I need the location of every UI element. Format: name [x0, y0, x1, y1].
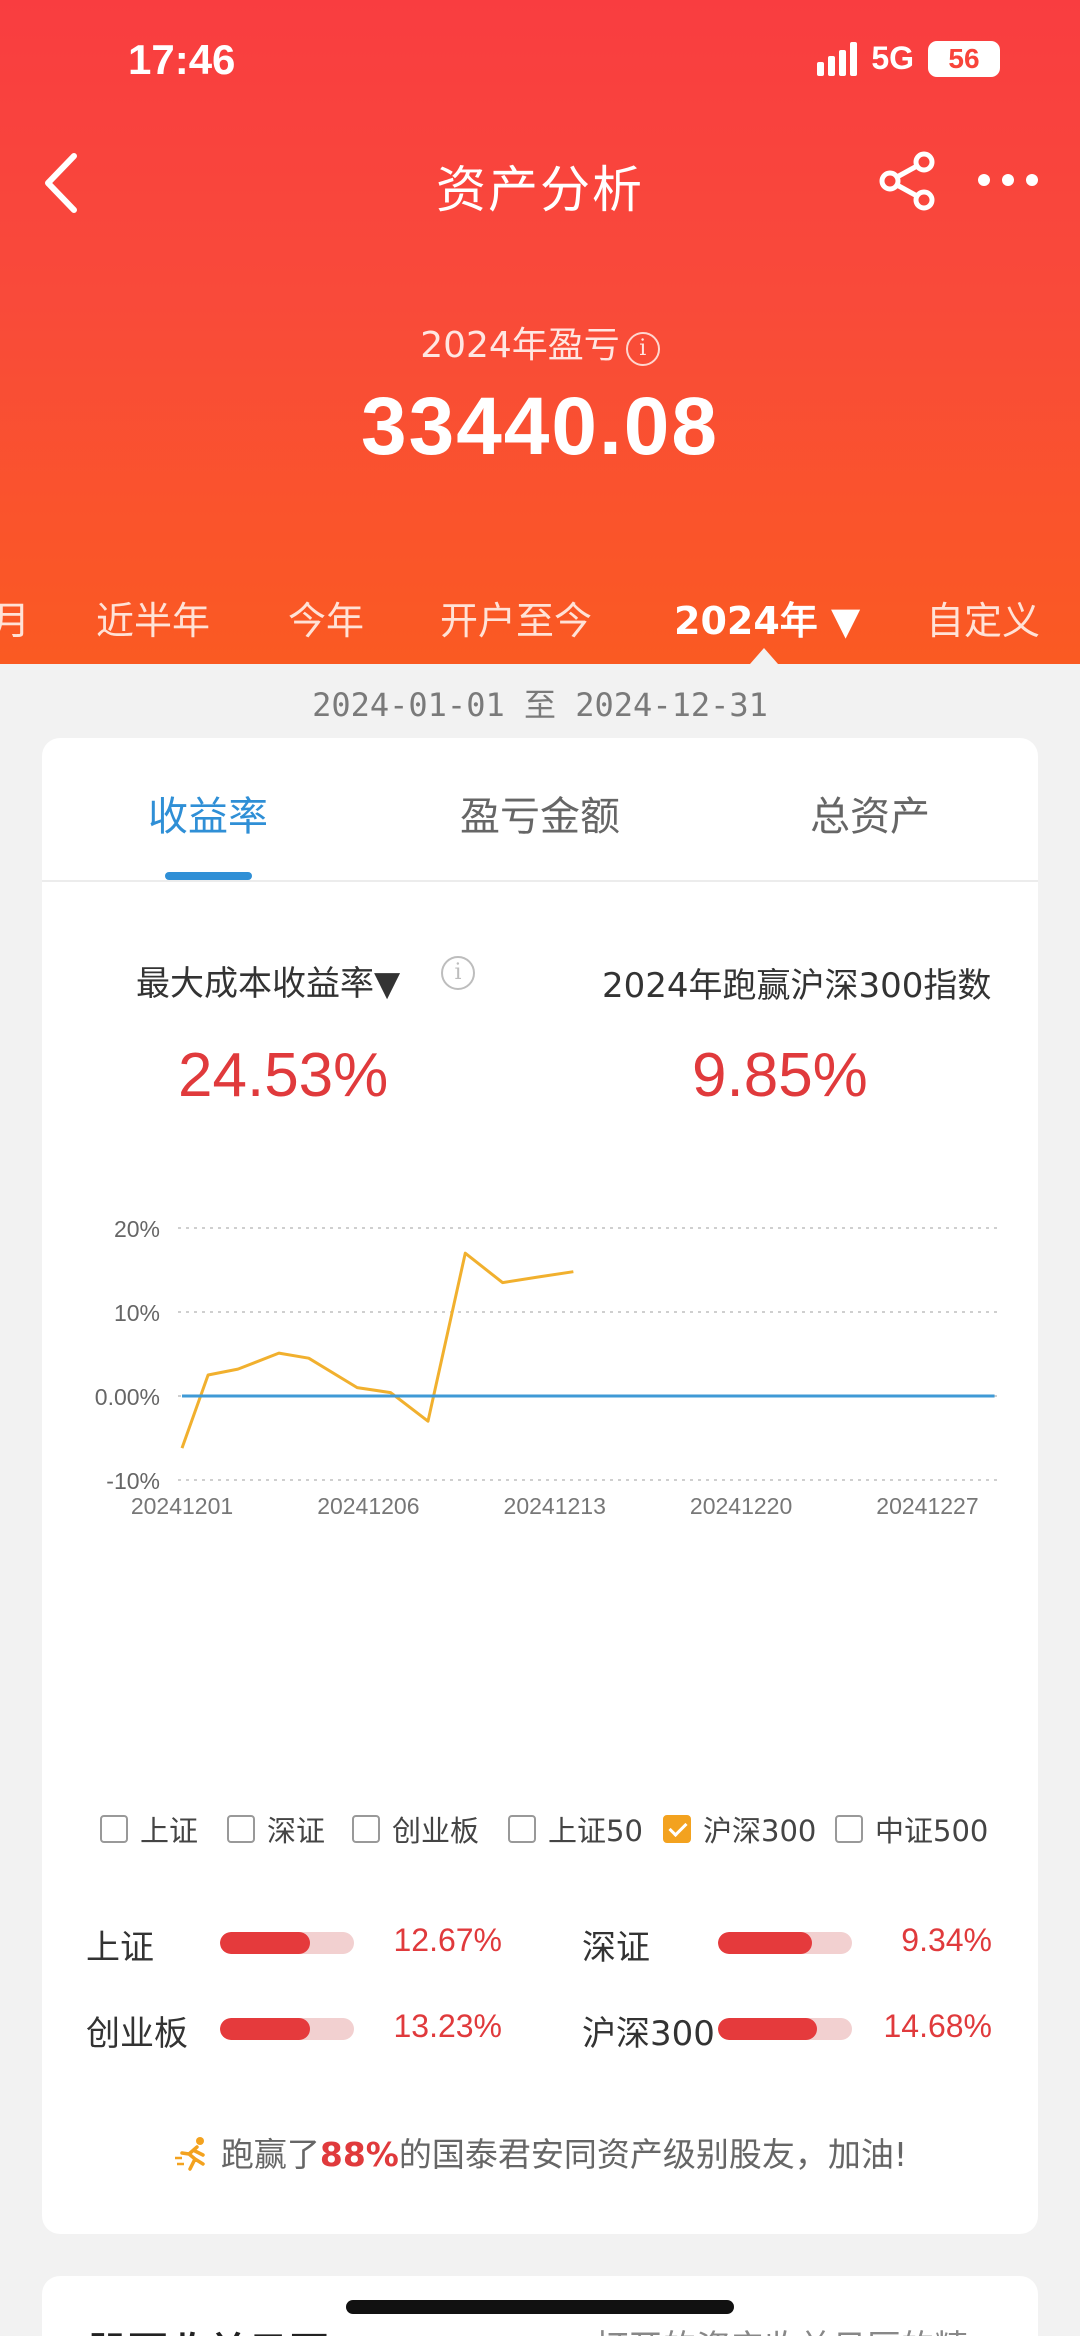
cmp-bar-cyb — [220, 2018, 354, 2040]
legend-label: 上证 — [140, 1814, 199, 1848]
note-suffix: 的国泰君安同资产级别股友，加油! — [398, 2135, 908, 2174]
pl-label-text: 2024年盈亏 — [420, 325, 620, 366]
cmp-bar-fill — [220, 2018, 310, 2040]
beat-peers-note: 跑赢了88%的国泰君安同资产级别股友，加油! — [42, 2128, 1038, 2176]
cmp-bar-sh — [220, 1932, 354, 1954]
legend-sh[interactable]: 上证 — [100, 1808, 198, 1850]
checkbox-icon[interactable] — [227, 1815, 255, 1843]
cmp-label-hs300: 沪深300 — [582, 2014, 715, 2054]
checkbox-icon[interactable] — [100, 1815, 128, 1843]
y-tick-label: 0.00% — [95, 1384, 160, 1410]
cmp-label-sz: 深证 — [582, 1928, 650, 1968]
signal-icon — [817, 41, 858, 76]
checkbox-icon[interactable] — [835, 1815, 863, 1843]
x-tick-label: 20241201 — [131, 1493, 233, 1519]
runner-icon — [174, 2137, 205, 2171]
header: 17:46 5G 56 资产分析 2024年盈亏 i 33440.08 月 近半年… — [0, 0, 1080, 664]
cmp-bar-fill — [718, 1932, 812, 1954]
max-cost-return-dropdown[interactable]: 最大成本收益率▼ — [136, 956, 400, 1005]
legend-label: 上证50 — [548, 1814, 643, 1848]
legend-sz[interactable]: 深证 — [227, 1808, 325, 1850]
y-tick-label: 20% — [114, 1216, 160, 1242]
legend-label: 中证500 — [875, 1814, 989, 1848]
info-icon[interactable]: i — [441, 956, 475, 990]
range-tab-custom[interactable]: 自定义 — [926, 590, 1040, 645]
battery-icon: 56 — [928, 40, 1000, 77]
share-icon[interactable] — [876, 150, 938, 212]
note-highlight: 88% — [319, 2135, 399, 2174]
more-dots-icon[interactable] — [976, 168, 1040, 192]
y-tick-label: 10% — [114, 1300, 160, 1326]
network-type: 5G — [871, 40, 914, 76]
note-prefix: 跑赢了 — [220, 2135, 320, 2174]
max-cost-return-value: 24.53% — [178, 1041, 389, 1110]
tab-return-rate[interactable]: 收益率 — [148, 784, 268, 842]
legend-zz500[interactable]: 中证500 — [835, 1808, 988, 1850]
series-line-portfolio — [180, 1251, 574, 1449]
legend-hs300[interactable]: 沪深300 — [663, 1808, 816, 1850]
cmp-bar-fill — [718, 2018, 818, 2040]
x-tick-label: 20241206 — [317, 1493, 419, 1519]
range-tab-month[interactable]: 月 — [0, 590, 30, 645]
range-tab-since-open[interactable]: 开户至今 — [440, 590, 592, 645]
cmp-value-hs300: 14.68% — [883, 2008, 992, 2044]
tab-total-assets[interactable]: 总资产 — [810, 784, 930, 842]
calendar-card-title: 股票收益日历 — [88, 2320, 328, 2336]
x-tick-label: 20241227 — [876, 1493, 978, 1519]
return-line-chart: 20% 10% 0.00% -10%20241201 20241206 20241213 2… — [95, 1216, 1000, 1519]
home-indicator[interactable] — [346, 2300, 734, 2314]
cmp-value-sh: 12.67% — [393, 1922, 502, 1958]
metric-tabs: 收益率 盈亏金额 总资产 — [42, 738, 1038, 882]
cmp-bar-fill — [220, 1932, 310, 1954]
legend-label: 创业板 — [392, 1814, 480, 1848]
range-tabs: 月 近半年 今年 开户至今 2024年 ▼ 自定义 — [0, 590, 1080, 650]
legend-sz50[interactable]: 上证50 — [508, 1808, 643, 1850]
range-tab-this-year[interactable]: 今年 — [288, 590, 364, 645]
legend-cyb[interactable]: 创业板 — [352, 1808, 479, 1850]
x-tick-label: 20241220 — [690, 1493, 792, 1519]
pl-label: 2024年盈亏 i — [0, 316, 1080, 368]
y-tick-label: -10% — [106, 1468, 160, 1494]
checkbox-icon[interactable] — [352, 1815, 380, 1843]
legend-label: 深证 — [267, 1814, 326, 1848]
range-tab-half-year[interactable]: 近半年 — [96, 590, 210, 645]
tab-indicator — [165, 872, 252, 880]
returns-card: 收益率 盈亏金额 总资产 最大成本收益率▼ i 2024年跑赢沪深300指数 2… — [42, 738, 1038, 2234]
beat-index-value: 9.85% — [692, 1041, 868, 1110]
info-icon[interactable]: i — [625, 332, 660, 366]
legend-label: 沪深300 — [703, 1814, 817, 1848]
cmp-label-cyb: 创业板 — [86, 2014, 188, 2054]
checkbox-icon[interactable] — [508, 1815, 536, 1843]
cmp-label-sh: 上证 — [86, 1928, 154, 1968]
checkbox-checked-icon[interactable] — [663, 1815, 691, 1843]
cmp-value-sz: 9.34% — [901, 1922, 992, 1958]
index-legend: 上证 深证 创业板 上证50 沪深300 中证500 — [42, 1808, 1038, 1858]
status-time: 17:46 — [128, 36, 236, 83]
calendar-card-subtitle: ...打开的资产收益日历的精... — [562, 2320, 1001, 2336]
status-indicators: 5G 56 — [817, 40, 1000, 77]
x-tick-label: 20241213 — [504, 1493, 606, 1519]
date-range: 2024-01-01 至 2024-12-31 — [312, 686, 768, 724]
range-tab-2024[interactable]: 2024年 ▼ — [674, 590, 860, 645]
beat-index-label: 2024年跑赢沪深300指数 — [602, 966, 992, 1006]
range-tab-pointer — [750, 648, 778, 664]
pl-value: 33440.08 — [360, 381, 719, 472]
cmp-value-cyb: 13.23% — [393, 2008, 502, 2044]
tab-pl-amount[interactable]: 盈亏金额 — [460, 784, 620, 842]
